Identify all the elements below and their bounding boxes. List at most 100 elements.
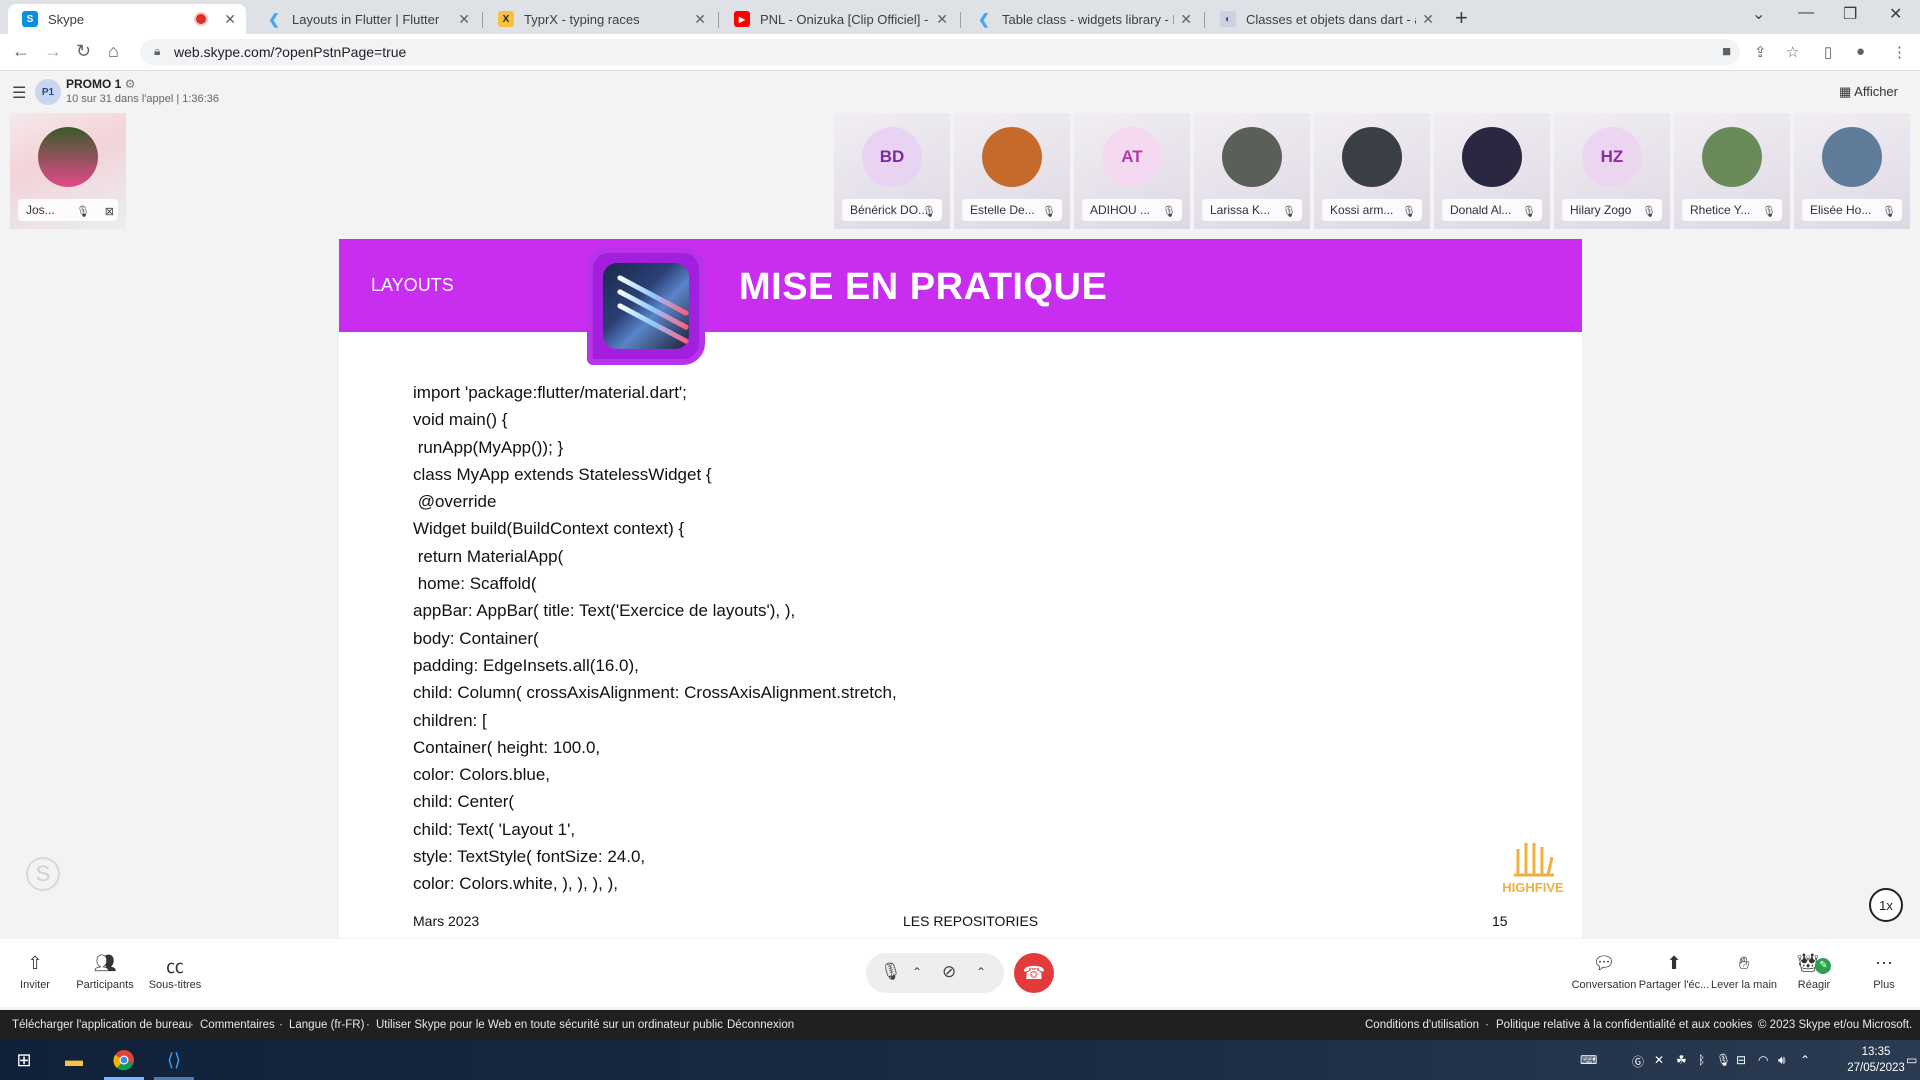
mic-off-button[interactable]: 🎙︎: [880, 962, 902, 982]
typrx-icon: X: [498, 11, 514, 27]
tab-layouts-flutter[interactable]: ❮ Layouts in Flutter | Flutter ✕: [252, 4, 480, 34]
microphone-icon[interactable]: 🎙︎: [1716, 1053, 1731, 1067]
feedback-link[interactable]: Commentaires: [200, 1019, 275, 1031]
language-link[interactable]: Langue (fr-FR): [289, 1019, 364, 1031]
share-screen-button[interactable]: ⬆ Partager l'éc...: [1634, 953, 1714, 991]
tab-divider: [1204, 12, 1205, 28]
close-tab-icon[interactable]: ✕: [936, 11, 948, 28]
safety-link[interactable]: Utiliser Skype pour le Web en toute sécu…: [376, 1019, 723, 1031]
participant-tile[interactable]: Elisée Ho... 🎙︎: [1794, 113, 1910, 229]
participants-button[interactable]: 👥︎ Participants: [65, 953, 145, 991]
privacy-link[interactable]: Politique relative à la confidentialité …: [1496, 1019, 1752, 1031]
windows-start-icon[interactable]: ⊞: [12, 1048, 36, 1072]
taskbar-clock[interactable]: 13:35 27/05/2023: [1846, 1044, 1906, 1076]
camera-icon[interactable]: ■: [1722, 43, 1731, 60]
bluetooth-icon[interactable]: ᛒ: [1698, 1053, 1705, 1067]
mic-off-icon: 🎙︎: [1282, 206, 1296, 218]
code-line: body: Container(: [413, 628, 539, 648]
video-off-icon: ⊠: [104, 206, 114, 218]
code-line: padding: EdgeInsets.all(16.0),: [413, 655, 639, 675]
group-name[interactable]: PROMO 1 ⚙: [66, 77, 135, 91]
participant-tile[interactable]: Rhetice Y... 🎙︎: [1674, 113, 1790, 229]
tab-search-icon[interactable]: ⌄: [1752, 4, 1765, 24]
conversation-button[interactable]: 💬︎ Conversation: [1564, 953, 1644, 991]
share-screen-icon: ⬆: [1666, 953, 1682, 973]
tab-typrx[interactable]: X TyprX - typing races ✕: [484, 4, 716, 34]
close-tab-icon[interactable]: ✕: [224, 11, 236, 28]
participant-tile[interactable]: Kossi arm... 🎙︎: [1314, 113, 1430, 229]
network-icon[interactable]: ⊟: [1736, 1053, 1746, 1067]
close-window-icon[interactable]: ✕: [1889, 4, 1902, 24]
side-panel-icon[interactable]: ▯: [1824, 43, 1832, 61]
more-button[interactable]: ⋯ Plus: [1844, 953, 1920, 991]
vscode-icon[interactable]: ⟨⟩: [162, 1048, 186, 1072]
wifi-icon[interactable]: ◠: [1758, 1053, 1768, 1067]
code-line: home: Scaffold(: [413, 574, 537, 594]
home-icon[interactable]: ⌂: [108, 41, 119, 62]
call-controls: ⇧ Inviter 👥︎ Participants ㏄ Sous-titres …: [0, 939, 1920, 1007]
tray-app-icon[interactable]: ☘: [1676, 1053, 1687, 1067]
back-icon[interactable]: ←: [12, 41, 30, 62]
new-tab-button[interactable]: +: [1455, 5, 1468, 31]
terms-link[interactable]: Conditions d'utilisation: [1365, 1019, 1479, 1031]
flutter-icon: ❮: [268, 10, 280, 27]
participant-tile[interactable]: HZ Hilary Zogo 🎙︎: [1554, 113, 1670, 229]
close-tab-icon[interactable]: ✕: [1180, 11, 1192, 28]
notifications-icon[interactable]: ▭: [1906, 1053, 1917, 1067]
tab-table-class[interactable]: ❮ Table class - widgets library - Dar ✕: [962, 4, 1202, 34]
bookmark-star-icon[interactable]: ☆: [1786, 43, 1799, 61]
react-button[interactable]: 👑︎✎ Réagir: [1774, 953, 1854, 991]
skype-watermark-icon: S: [26, 857, 60, 891]
code-line: runApp(MyApp()); }: [413, 437, 564, 457]
close-tab-icon[interactable]: ✕: [458, 11, 470, 28]
participant-tile[interactable]: Larissa K... 🎙︎: [1194, 113, 1310, 229]
profile-icon[interactable]: ●: [1856, 43, 1865, 60]
download-app-link[interactable]: Télécharger l'application de bureau: [12, 1019, 191, 1031]
tray-app-icon[interactable]: Ⓖ: [1632, 1053, 1644, 1070]
chrome-icon[interactable]: [112, 1048, 136, 1072]
code-line: Container( height: 100.0,: [413, 737, 601, 757]
invite-button[interactable]: ⇧ Inviter: [0, 953, 75, 991]
tab-classes-dart[interactable]: ◐ Classes et objets dans dart - apc ✕: [1206, 4, 1444, 34]
afficher-button[interactable]: ▦ Afficher: [1839, 84, 1898, 100]
restore-icon[interactable]: ❐: [1843, 4, 1857, 24]
participant-tile[interactable]: Donald Al... 🎙︎: [1434, 113, 1550, 229]
participant-tile[interactable]: BD Bénérick DO... 🎙︎: [834, 113, 950, 229]
code-line: Widget build(BuildContext context) {: [413, 519, 685, 539]
logout-link[interactable]: Déconnexion: [727, 1019, 794, 1031]
close-tab-icon[interactable]: ✕: [1422, 11, 1434, 28]
browser-menu-icon[interactable]: ⋮: [1892, 43, 1907, 61]
url-field[interactable]: 🔒︎ web.skype.com/?openPstnPage=true: [140, 39, 1740, 65]
tab-divider: [718, 12, 719, 28]
file-explorer-icon[interactable]: ▬: [62, 1048, 86, 1072]
reload-icon[interactable]: ↻: [76, 41, 91, 62]
volume-icon[interactable]: 🔊︎: [1778, 1053, 1786, 1068]
tray-app-icon[interactable]: ✕: [1654, 1053, 1664, 1067]
tab-youtube[interactable]: ▶ PNL - Onizuka [Clip Officiel] - Par ✕: [720, 4, 958, 34]
tab-skype[interactable]: S Skype ✕: [8, 4, 246, 34]
language-icon[interactable]: ⌃: [1800, 1053, 1810, 1067]
forward-icon[interactable]: →: [44, 41, 62, 62]
browser-tab-strip: S Skype ✕ ❮ Layouts in Flutter | Flutter…: [0, 0, 1920, 34]
share-page-icon[interactable]: ⇪: [1754, 43, 1767, 61]
keyboard-icon[interactable]: ⌨: [1580, 1053, 1597, 1067]
hand-logo-icon: [1514, 843, 1554, 877]
self-video-tile[interactable]: Jos... 🎙︎ ⊠: [10, 113, 126, 229]
participant-tile[interactable]: AT ADIHOU ... 🎙︎: [1074, 113, 1190, 229]
highfive-logo: HIGHFIVE: [1494, 839, 1572, 901]
close-tab-icon[interactable]: ✕: [694, 11, 706, 28]
group-avatar[interactable]: P1: [35, 79, 61, 105]
hang-up-button[interactable]: ☎: [1014, 953, 1054, 993]
minimize-icon[interactable]: —: [1798, 4, 1814, 22]
participant-tile[interactable]: Estelle De... 🎙︎: [954, 113, 1070, 229]
captions-button[interactable]: ㏄ Sous-titres: [135, 953, 215, 991]
playback-speed-button[interactable]: 1x: [1869, 888, 1903, 922]
chevron-up-icon[interactable]: ⌃: [976, 965, 986, 979]
video-off-button[interactable]: ⊘: [942, 962, 956, 982]
mic-off-icon: 🎙︎: [1402, 206, 1416, 218]
chevron-up-icon[interactable]: ⌃: [912, 965, 922, 979]
raise-hand-button[interactable]: ✋︎ Lever la main: [1704, 953, 1784, 991]
menu-icon[interactable]: ☰: [12, 83, 26, 103]
chat-icon: 💬︎: [1592, 953, 1616, 973]
slide-page-number: 15: [1492, 913, 1508, 929]
